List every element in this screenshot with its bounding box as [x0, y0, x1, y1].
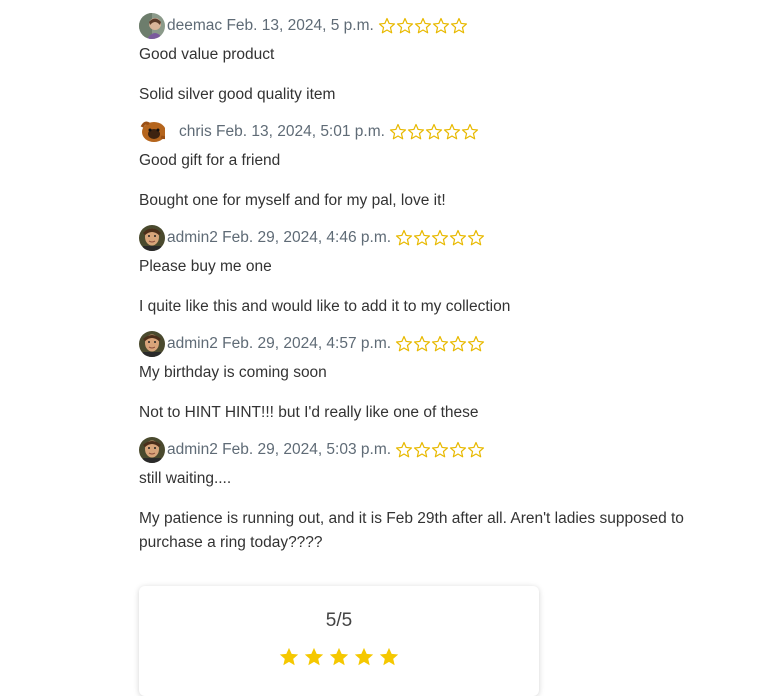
review-author: admin2	[167, 229, 218, 246]
review-item: admin2 Feb. 29, 2024, 4:46 p.m. Please b…	[139, 223, 699, 319]
star-outline-icon	[414, 17, 431, 34]
star-filled-icon	[379, 647, 399, 666]
star-outline-icon	[467, 229, 485, 246]
review-body: Not to HINT HINT!!! but I'd really like …	[139, 404, 479, 421]
star-outline-icon	[407, 123, 425, 140]
star-filled-icon	[329, 647, 349, 666]
star-outline-icon	[449, 335, 467, 352]
star-outline-icon	[432, 17, 449, 34]
review-body: I quite like this and would like to add …	[139, 298, 511, 315]
review-meta: admin2 Feb. 29, 2024, 4:57 p.m.	[139, 329, 699, 359]
star-filled-icon	[304, 647, 324, 666]
star-outline-icon	[467, 335, 485, 352]
review-title: My birthday is coming soon	[139, 364, 327, 381]
avatar-admin2	[139, 437, 165, 463]
avatar-deemac	[139, 13, 165, 39]
star-outline-icon	[395, 229, 413, 246]
star-outline-icon	[413, 441, 431, 458]
rating-stars	[389, 123, 479, 141]
review-body: Bought one for myself and for my pal, lo…	[139, 192, 446, 209]
review-meta: deemac Feb. 13, 2024, 5 p.m.	[139, 11, 699, 41]
review-date: Feb. 29, 2024, 4:46 p.m.	[222, 229, 392, 246]
review-author: admin2	[167, 335, 218, 352]
review-author: chris	[179, 123, 212, 140]
star-filled-icon	[354, 647, 374, 666]
review-item: chris Feb. 13, 2024, 5:01 p.m. Good gift…	[139, 117, 699, 213]
star-outline-icon	[389, 123, 407, 140]
rating-stars	[378, 17, 468, 35]
star-outline-icon	[449, 441, 467, 458]
star-outline-icon	[395, 441, 413, 458]
review-body: My patience is running out, and it is Fe…	[139, 510, 684, 551]
rating-stars	[395, 335, 485, 353]
review-date: Feb. 29, 2024, 4:57 p.m.	[222, 335, 392, 352]
review-author: deemac	[167, 17, 223, 34]
review-item: admin2 Feb. 29, 2024, 4:57 p.m. My birth…	[139, 329, 699, 425]
review-item: admin2 Feb. 29, 2024, 5:03 p.m. still wa…	[139, 435, 699, 555]
review-title: Good gift for a friend	[139, 152, 281, 169]
star-outline-icon	[431, 441, 449, 458]
star-outline-icon	[395, 335, 413, 352]
rating-stars	[395, 229, 485, 247]
star-filled-icon	[279, 647, 299, 666]
star-outline-icon	[378, 17, 395, 34]
star-outline-icon	[450, 17, 467, 34]
summary-stars	[139, 646, 539, 668]
review-item: deemac Feb. 13, 2024, 5 p.m. Good value …	[139, 11, 699, 107]
avatar-admin2	[139, 225, 165, 251]
review-title: Good value product	[139, 46, 275, 63]
star-outline-icon	[461, 123, 479, 140]
review-author: admin2	[167, 441, 218, 458]
rating-summary-card: 5/5	[139, 586, 539, 696]
star-outline-icon	[443, 123, 461, 140]
review-date: Feb. 13, 2024, 5:01 p.m.	[216, 123, 385, 140]
review-meta: chris Feb. 13, 2024, 5:01 p.m.	[139, 117, 699, 147]
star-outline-icon	[396, 17, 413, 34]
star-outline-icon	[431, 229, 449, 246]
review-title: still waiting....	[139, 470, 232, 487]
star-outline-icon	[413, 229, 431, 246]
star-outline-icon	[467, 441, 485, 458]
rating-stars	[395, 441, 485, 459]
star-outline-icon	[431, 335, 449, 352]
star-outline-icon	[425, 123, 443, 140]
review-date: Feb. 13, 2024, 5 p.m.	[226, 17, 374, 34]
review-date: Feb. 29, 2024, 5:03 p.m.	[222, 441, 392, 458]
star-outline-icon	[449, 229, 467, 246]
review-meta: admin2 Feb. 29, 2024, 5:03 p.m.	[139, 435, 699, 465]
avatar-admin2	[139, 331, 165, 357]
review-body: Solid silver good quality item	[139, 86, 336, 103]
review-title: Please buy me one	[139, 258, 272, 275]
reviews-list: deemac Feb. 13, 2024, 5 p.m. Good value …	[139, 0, 699, 555]
avatar-chris	[139, 119, 165, 145]
review-meta: admin2 Feb. 29, 2024, 4:46 p.m.	[139, 223, 699, 253]
rating-score: 5/5	[325, 610, 353, 631]
star-outline-icon	[413, 335, 431, 352]
